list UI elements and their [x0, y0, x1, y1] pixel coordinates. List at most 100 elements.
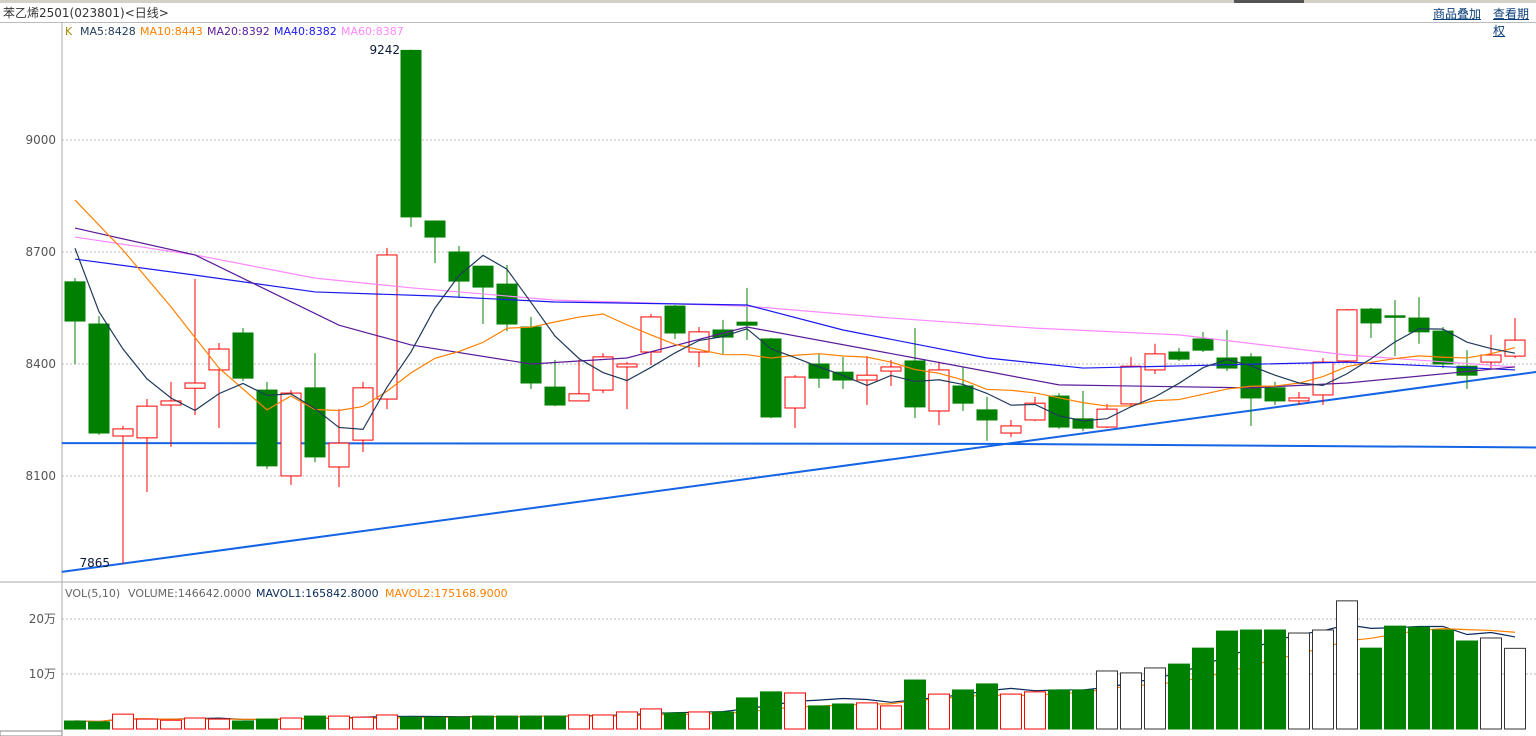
candle-up: [136, 405, 158, 439]
volume-bar: [184, 717, 206, 730]
volume-bar: [1096, 670, 1118, 730]
volume-bar: [664, 712, 686, 730]
price-tick-label: 9000: [25, 133, 56, 147]
candle-up: [1336, 309, 1358, 362]
volume-bar: [352, 716, 374, 730]
candle-up: [184, 382, 206, 389]
volume-bar: [712, 711, 734, 730]
volume-bar: [832, 703, 854, 730]
volume-bar: [1144, 667, 1166, 730]
min-price-label: 7865: [79, 556, 110, 570]
candle-up: [880, 366, 902, 372]
candle-down: [952, 385, 974, 404]
candle-up: [592, 356, 614, 391]
candle-up: [616, 363, 638, 368]
candle-down: [976, 409, 998, 421]
candle-down: [520, 326, 542, 384]
volume-bar: [232, 720, 254, 730]
legend-vol: VOL(5,10): [65, 587, 120, 600]
volume-bar: [760, 691, 782, 730]
candle-up: [1480, 354, 1502, 363]
volume-bar: [496, 715, 518, 730]
volume-bar: [616, 711, 638, 730]
candle-up: [1024, 402, 1046, 421]
volume-bar: [1336, 600, 1358, 730]
candle-down: [232, 332, 254, 379]
candle-down: [544, 386, 566, 406]
candle-down: [664, 305, 686, 334]
candle-up: [928, 369, 950, 412]
volume-bar: [1216, 630, 1238, 730]
candle-up: [112, 428, 134, 437]
candle-down: [448, 251, 470, 282]
volume-bar: [400, 716, 422, 730]
candle-down: [400, 49, 422, 218]
volume-bar: [304, 715, 326, 730]
volume-tick-label: 10万: [29, 667, 56, 681]
volume-bar: [1384, 625, 1406, 730]
volume-bar: [544, 715, 566, 730]
volume-bar: [1024, 691, 1046, 730]
candle-down: [1192, 338, 1214, 351]
candle-down: [1168, 351, 1190, 360]
volume-bar: [280, 717, 302, 730]
volume-bar: [136, 718, 158, 730]
price-tick-label: 8700: [25, 245, 56, 259]
max-price-label: 9242: [369, 43, 400, 57]
candle-down: [1432, 330, 1454, 365]
volume-bar: [976, 683, 998, 730]
candle-down: [760, 338, 782, 418]
legend-mavol2: MAVOL2:175168.9000: [385, 587, 508, 600]
candle-down: [472, 265, 494, 288]
candlestick-chart: 9000 8700 8400 8100 20万 10万 K MA5:8428 MA10:8…: [0, 22, 1536, 736]
volume-bar: [1192, 647, 1214, 730]
volume-bar: [784, 692, 806, 730]
volume-bar: [1000, 693, 1022, 730]
candle-down: [736, 321, 758, 326]
volume-bar: [64, 720, 86, 730]
volume-bar: [376, 714, 398, 730]
volume-bar: [1168, 663, 1190, 730]
candle-up: [568, 393, 590, 402]
candle-up: [1144, 353, 1166, 371]
candle-down: [424, 220, 446, 238]
volume-bar: [640, 708, 662, 730]
candle-down: [88, 323, 110, 434]
legend-ma40: MA40:8382: [274, 25, 337, 38]
candle-down: [496, 283, 518, 325]
volume-bar: [952, 689, 974, 730]
legend-k: K: [65, 25, 73, 38]
volume-bar: [1408, 626, 1430, 730]
volume-bar: [472, 715, 494, 730]
volume-bar: [808, 705, 830, 730]
candle-down: [1240, 356, 1262, 399]
candle-down: [304, 387, 326, 458]
candle-down: [1384, 315, 1406, 318]
ma40-line: [74, 258, 1516, 371]
volume-bar: [424, 716, 446, 730]
candle-up: [1288, 397, 1310, 402]
trendline: [61, 442, 988, 445]
volume-bar: [568, 714, 590, 730]
candle-up: [784, 376, 806, 409]
candle-down: [64, 281, 86, 322]
volume-bar: [1240, 629, 1262, 730]
volume-bar: [1264, 629, 1286, 730]
volume-bar: [1072, 689, 1094, 730]
candle-up: [352, 387, 374, 441]
candle-down: [1408, 317, 1430, 333]
candle-down: [256, 389, 278, 467]
candle-down: [808, 363, 830, 379]
volume-bar: [688, 711, 710, 730]
trendline: [986, 442, 1536, 449]
volume-bar: [208, 718, 230, 730]
candle-up: [1120, 365, 1142, 405]
volume-bar: [1480, 637, 1502, 730]
candle-up: [328, 442, 350, 468]
volume-bar: [592, 714, 614, 730]
volume-bar: [736, 697, 758, 730]
volume-bar: [448, 716, 470, 730]
volume-bar: [328, 715, 350, 730]
candle-up: [856, 374, 878, 381]
volume-bar: [880, 705, 902, 730]
